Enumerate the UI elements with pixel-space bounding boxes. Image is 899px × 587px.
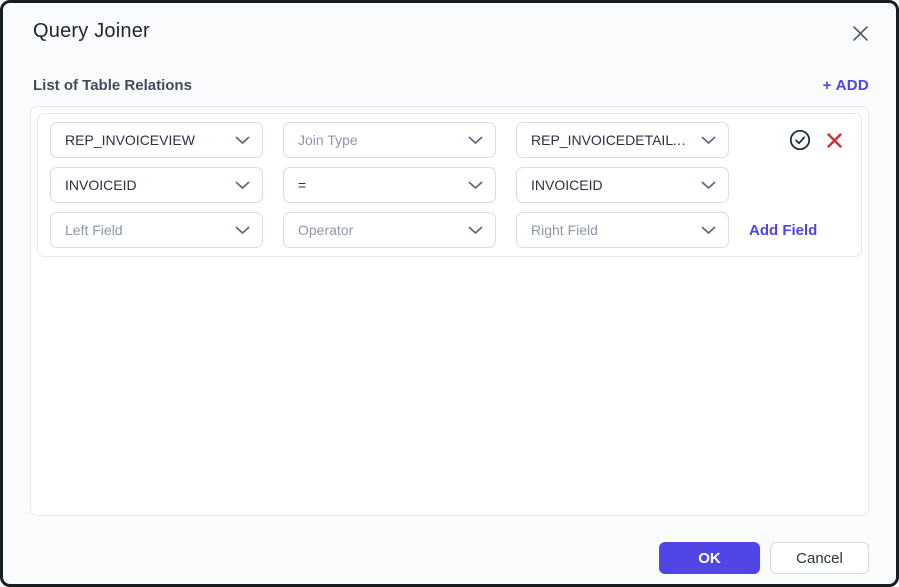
operator-value: = — [298, 177, 306, 193]
new-operator-placeholder: Operator — [298, 222, 353, 238]
section-label: List of Table Relations — [33, 77, 192, 94]
relation-group: REP_INVOICEVIEW Join Type REP_INVOICEDET… — [37, 113, 862, 257]
dialog-footer: OK Cancel — [3, 542, 869, 574]
chevron-down-icon — [235, 136, 250, 145]
cancel-button[interactable]: Cancel — [770, 542, 869, 574]
relation-row-new-condition: Left Field Operator Right Field — [50, 212, 851, 248]
new-left-field-select[interactable]: Left Field — [50, 212, 263, 248]
new-right-field-select[interactable]: Right Field — [516, 212, 729, 248]
left-table-select[interactable]: REP_INVOICEVIEW — [50, 122, 263, 158]
chevron-down-icon — [701, 136, 716, 145]
confirm-relation-button[interactable] — [789, 129, 811, 151]
check-circle-icon — [789, 139, 811, 154]
operator-select[interactable]: = — [283, 167, 496, 203]
chevron-down-icon — [468, 226, 483, 235]
join-type-select[interactable]: Join Type — [283, 122, 496, 158]
dialog-header: Query Joiner — [3, 3, 896, 46]
left-table-value: REP_INVOICEVIEW — [65, 132, 195, 148]
chevron-down-icon — [468, 181, 483, 190]
right-field-select[interactable]: INVOICEID — [516, 167, 729, 203]
join-type-placeholder: Join Type — [298, 132, 358, 148]
relations-panel: REP_INVOICEVIEW Join Type REP_INVOICEDET… — [30, 106, 869, 516]
chevron-down-icon — [701, 181, 716, 190]
relation-actions — [789, 129, 851, 151]
delete-x-icon — [826, 137, 843, 152]
chevron-down-icon — [235, 181, 250, 190]
close-button[interactable] — [849, 22, 872, 45]
ok-button[interactable]: OK — [659, 542, 760, 574]
delete-relation-button[interactable] — [826, 132, 843, 149]
new-left-field-placeholder: Left Field — [65, 222, 123, 238]
left-field-select[interactable]: INVOICEID — [50, 167, 263, 203]
relation-row-condition: INVOICEID = INVOICEID — [50, 167, 851, 203]
new-right-field-placeholder: Right Field — [531, 222, 598, 238]
chevron-down-icon — [701, 226, 716, 235]
close-icon — [851, 31, 870, 46]
chevron-down-icon — [235, 226, 250, 235]
add-relation-button[interactable]: + ADD — [823, 77, 869, 94]
right-table-value: REP_INVOICEDETAILV... — [531, 132, 691, 148]
right-field-value: INVOICEID — [531, 177, 603, 193]
right-table-select[interactable]: REP_INVOICEDETAILV... — [516, 122, 729, 158]
add-field-link[interactable]: Add Field — [749, 222, 817, 239]
relations-section-header: List of Table Relations + ADD — [33, 76, 869, 94]
new-operator-select[interactable]: Operator — [283, 212, 496, 248]
relation-row-tables: REP_INVOICEVIEW Join Type REP_INVOICEDET… — [50, 122, 851, 158]
dialog-title: Query Joiner — [33, 20, 150, 43]
chevron-down-icon — [468, 136, 483, 145]
left-field-value: INVOICEID — [65, 177, 137, 193]
query-joiner-dialog: Query Joiner List of Table Relations + A… — [0, 0, 899, 587]
